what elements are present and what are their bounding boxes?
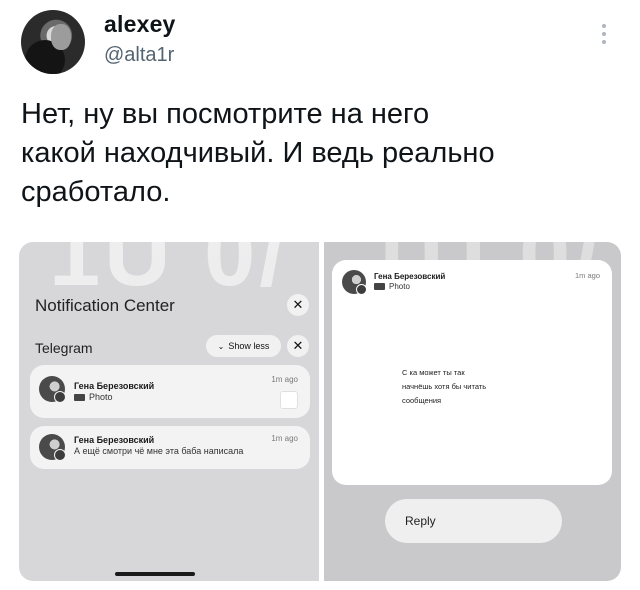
camera-icon (374, 283, 385, 291)
display-name[interactable]: alexey (104, 11, 176, 38)
show-less-button[interactable]: ⌄ Show less (206, 335, 281, 357)
tweet-text-line: какой находчивый. И ведь реально (21, 137, 495, 169)
notification-sender: Гена Березовский (74, 381, 155, 391)
notification-sender: Гена Березовский (74, 435, 155, 445)
notification-body: Photo (74, 392, 113, 402)
tweet-image-right[interactable]: 1Ü 0/ Гена Березовский Photo 1m ago С ка… (324, 242, 621, 581)
tweet-image-left[interactable]: 1Ü 0/ Notification Center ✕ Telegram ⌄ Sh… (19, 242, 319, 581)
chevron-down-icon: ⌄ (217, 342, 225, 351)
group-close-icon[interactable]: ✕ (287, 335, 309, 357)
telegram-icon (54, 391, 66, 403)
message-line: начнёшь хотя бы читать (402, 382, 487, 391)
notification-center-title: Notification Center (35, 296, 175, 315)
photo-thumbnail (280, 391, 298, 409)
sender-avatar (342, 270, 367, 295)
home-indicator (115, 572, 195, 576)
tweet-text-line: Нет, ну вы посмотрите на него (21, 98, 430, 130)
notification-sender: Гена Березовский (374, 272, 446, 281)
notification-time: 1m ago (271, 375, 298, 384)
show-less-label: Show less (228, 341, 270, 351)
vertical-ellipsis-icon[interactable] (600, 24, 608, 50)
notification-body-text: А ещё смотри чё мне эта баба написала (74, 446, 244, 456)
reply-button[interactable]: Reply (385, 499, 562, 543)
close-icon[interactable]: ✕ (287, 294, 309, 316)
notification-time: 1m ago (271, 434, 298, 443)
message-text: С ка может ты так начнёшь хотя бы читать… (402, 366, 562, 408)
notification-time: 1m ago (574, 271, 600, 280)
tweet-text-line: сработало. (21, 176, 171, 208)
user-handle[interactable]: @alta1r (104, 44, 174, 67)
notification-body-text: Photo (89, 392, 113, 402)
notification-card[interactable]: Гена Березовский 1m ago А ещё смотри чё … (30, 426, 310, 469)
notification-body: Photo (374, 282, 410, 291)
notification-body-text: Photo (389, 282, 410, 291)
message-line: С ка может ты так (402, 368, 465, 377)
tweet-text: Нет, ну вы посмотрите на него какой нахо… (21, 95, 621, 212)
user-avatar[interactable] (21, 10, 85, 74)
message-line: сообщения (402, 396, 442, 405)
sender-avatar (39, 376, 66, 403)
expanded-notification[interactable]: Гена Березовский Photo 1m ago С ка может… (332, 260, 612, 485)
telegram-icon (54, 449, 66, 461)
notification-card[interactable]: Гена Березовский 1m ago Photo (30, 365, 310, 418)
sender-avatar (39, 434, 66, 461)
camera-icon (74, 394, 85, 402)
telegram-icon (356, 284, 367, 295)
notification-group-title: Telegram (35, 340, 93, 356)
